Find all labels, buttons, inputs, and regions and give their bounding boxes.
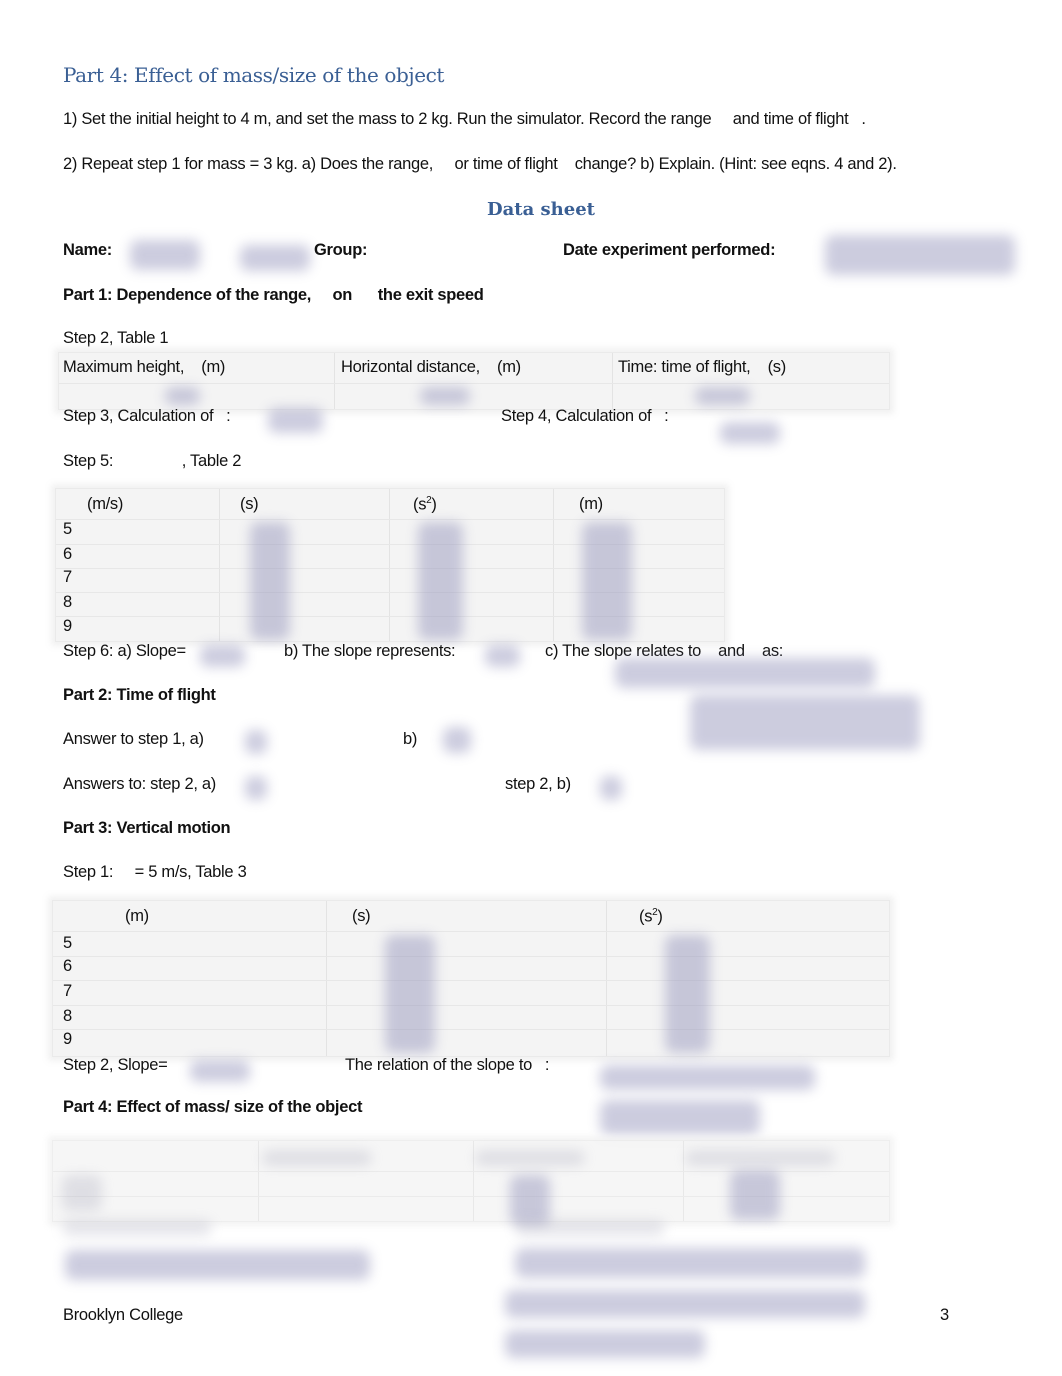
table1-header-max-height: Maximum height, (m) bbox=[63, 358, 226, 376]
table2-column-handwriting bbox=[582, 522, 632, 640]
table1-cell-handwriting bbox=[695, 387, 750, 405]
part4-answer-label-blurred bbox=[515, 1220, 665, 1236]
part2-step2-b-label: step 2, b) bbox=[505, 775, 571, 793]
part3-step2-relation-label: The relation of the slope to : bbox=[345, 1056, 550, 1074]
table1-header-time-of-flight: Time: time of flight, (s) bbox=[618, 358, 786, 376]
part4-answer-handwriting bbox=[505, 1330, 705, 1358]
table1-cell-handwriting bbox=[165, 387, 200, 405]
part2-step1-b-label: b) bbox=[403, 730, 418, 748]
table1-label: Step 2, Table 1 bbox=[63, 329, 169, 347]
part3-relation-handwriting bbox=[600, 1100, 760, 1135]
table2-header-speed: (m/s) bbox=[87, 495, 124, 513]
step3-answer-handwriting bbox=[268, 408, 323, 433]
part3-step2-slope-label: Step 2, Slope= bbox=[63, 1056, 168, 1074]
table-3 bbox=[52, 900, 890, 1057]
table2-header-range: (m) bbox=[579, 495, 603, 513]
table3-header-height: (m) bbox=[125, 907, 149, 925]
table2-row-label: 9 bbox=[63, 617, 72, 635]
name-answer-handwriting bbox=[240, 245, 310, 271]
table2-row-label: 7 bbox=[63, 568, 72, 586]
part2-step1-a-label: Answer to step 1, a) bbox=[63, 730, 204, 748]
page-number: 3 bbox=[940, 1306, 949, 1324]
table3-row-label: 9 bbox=[63, 1030, 72, 1048]
name-label: Name: bbox=[63, 241, 112, 259]
step6-b-handwriting bbox=[485, 645, 520, 667]
table4-header-blurred bbox=[685, 1150, 835, 1166]
part3-slope-handwriting bbox=[190, 1060, 250, 1082]
part4-answer-label-blurred bbox=[62, 1220, 212, 1236]
step6-b-label: b) The slope represents: bbox=[284, 642, 456, 660]
step4-label: Step 4, Calculation of : bbox=[501, 407, 669, 425]
part3-relation-handwriting bbox=[600, 1065, 815, 1090]
group-label: Group: bbox=[314, 241, 368, 259]
table2-row-label: 6 bbox=[63, 545, 72, 563]
table3-row-label: 6 bbox=[63, 957, 72, 975]
part4-heading: Part 4: Effect of mass/ size of the obje… bbox=[63, 1098, 363, 1116]
section-title: Part 4: Effect of mass/size of the objec… bbox=[63, 63, 445, 87]
name-answer-handwriting bbox=[130, 240, 200, 270]
step4-answer-handwriting bbox=[720, 422, 780, 444]
table4-header-blurred bbox=[262, 1150, 372, 1166]
step6-c-handwriting bbox=[615, 658, 875, 688]
instruction-step-2: 2) Repeat step 1 for mass = 3 kg. a) Doe… bbox=[63, 155, 897, 173]
part2-step1-b-handwriting bbox=[443, 727, 471, 753]
part2-heading: Part 2: Time of flight bbox=[63, 686, 216, 704]
part4-answer-handwriting bbox=[515, 1248, 865, 1278]
table3-row-label: 7 bbox=[63, 982, 72, 1000]
table4-row-labels-blurred bbox=[62, 1175, 102, 1211]
part3-step1-label: Step 1: = 5 m/s, Table 3 bbox=[63, 863, 247, 881]
table4-cell-handwriting bbox=[510, 1175, 550, 1225]
table2-column-handwriting bbox=[250, 522, 290, 640]
part4-answer-handwriting bbox=[65, 1250, 370, 1280]
table3-header-time-squared: (s2) bbox=[639, 907, 663, 926]
step5-label: Step 5: , Table 2 bbox=[63, 452, 242, 470]
instruction-step-1: 1) Set the initial height to 4 m, and se… bbox=[63, 110, 866, 128]
part1-heading: Part 1: Dependence of the range, on the … bbox=[63, 286, 484, 304]
date-answer-handwriting bbox=[825, 235, 1015, 275]
table3-column-handwriting bbox=[385, 935, 435, 1053]
step6-a-handwriting bbox=[200, 645, 245, 667]
table2-column-handwriting bbox=[418, 522, 463, 640]
date-label: Date experiment performed: bbox=[563, 241, 776, 259]
table1-header-horizontal-distance: Horizontal distance, (m) bbox=[341, 358, 521, 376]
data-sheet-title: Data sheet bbox=[487, 199, 595, 220]
part2-step1-a-handwriting bbox=[245, 730, 267, 754]
table2-row-label: 8 bbox=[63, 593, 72, 611]
table3-row-label: 5 bbox=[63, 934, 72, 952]
table3-row-label: 8 bbox=[63, 1007, 72, 1025]
step6-c-handwriting bbox=[690, 695, 920, 750]
footer-institution: Brooklyn College bbox=[63, 1306, 183, 1324]
table3-column-handwriting bbox=[665, 935, 710, 1053]
part4-answer-handwriting bbox=[505, 1290, 865, 1318]
part2-step2-a-label: Answers to: step 2, a) bbox=[63, 775, 216, 793]
part3-heading: Part 3: Vertical motion bbox=[63, 819, 231, 837]
table2-row-label: 5 bbox=[63, 520, 72, 538]
table4-header-blurred bbox=[475, 1150, 585, 1166]
table2-header-time: (s) bbox=[240, 495, 259, 513]
table2-header-time-squared: (s2) bbox=[413, 495, 437, 514]
part2-step2-a-handwriting bbox=[245, 776, 267, 800]
step3-label: Step 3, Calculation of : bbox=[63, 407, 231, 425]
table1-cell-handwriting bbox=[420, 387, 470, 405]
part2-step2-b-handwriting bbox=[600, 776, 622, 800]
table3-header-time: (s) bbox=[352, 907, 371, 925]
table4-cell-handwriting bbox=[730, 1170, 780, 1220]
step6-a-label: Step 6: a) Slope= bbox=[63, 642, 186, 660]
